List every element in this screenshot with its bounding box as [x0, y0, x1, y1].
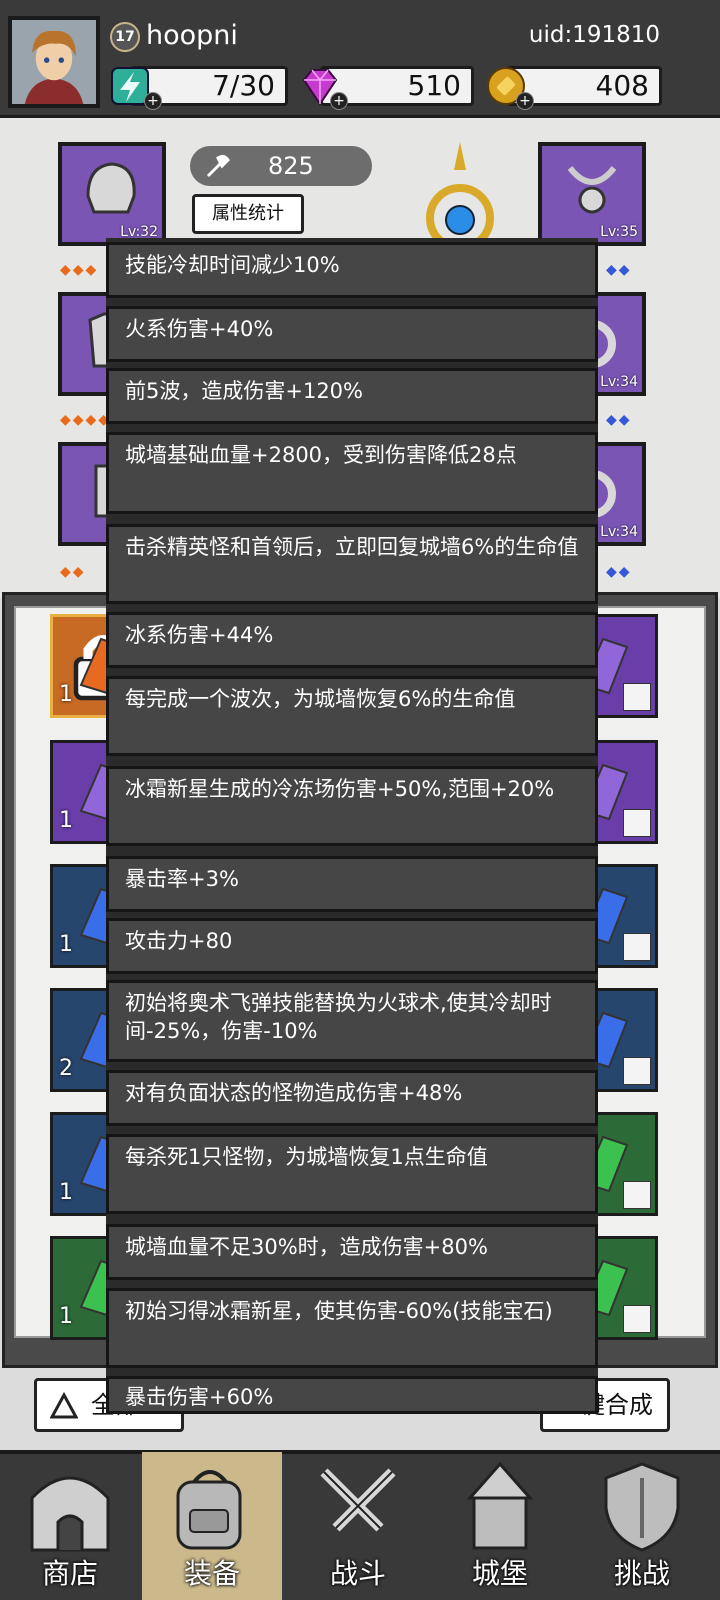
helmet-icon [86, 162, 136, 214]
helmet-type-icon [623, 1057, 651, 1085]
backpack-icon [176, 1470, 242, 1550]
tooltip-entry: 冰霜新星生成的冷冻场伤害+50%,范围+20% [106, 766, 598, 846]
power-icon [206, 154, 230, 178]
gem-sockets: ◆◆ [606, 564, 632, 580]
gem-sockets: ◆◆ [606, 262, 632, 278]
armor-type-icon [623, 683, 651, 711]
gem-sockets: ◆◆ [606, 412, 632, 428]
tooltip-entry: 击杀精英怪和首领后，立即回复城墙6%的生命值 [106, 524, 598, 604]
item-count: 1 [59, 1180, 73, 1205]
nav-equip[interactable]: 装备 [142, 1452, 282, 1600]
nav-challenge[interactable]: 挑战 [572, 1452, 712, 1600]
crossed-swords-icon [320, 1468, 396, 1532]
nav-label: 挑战 [613, 1557, 670, 1590]
gem-sockets: ◆◆ [60, 564, 86, 580]
equip-level: Lv:34 [600, 524, 638, 540]
tooltip-entry: 暴击伤害+60% [106, 1376, 598, 1414]
tooltip-entry: 冰系伤害+44% [106, 612, 598, 668]
add-gems-button[interactable]: + [330, 92, 348, 110]
nav-shop[interactable]: 商店 [0, 1452, 140, 1600]
tooltip-entry: 前5波，造成伤害+120% [106, 368, 598, 424]
tooltip-entry: 城墙血量不足30%时，造成伤害+80% [106, 1224, 598, 1280]
gem-sockets: ◆◆◆◆ [60, 412, 112, 428]
armor-type-icon [623, 1181, 651, 1209]
nav-label: 战斗 [329, 1557, 386, 1590]
equip-slot-amulet[interactable]: Lv:35 [538, 142, 646, 246]
nav-label: 商店 [41, 1557, 98, 1590]
stats-button[interactable]: 属性统计 [192, 194, 304, 234]
staff-icon [426, 142, 494, 250]
amulet-type-icon [623, 809, 651, 837]
nav-label: 城堡 [471, 1557, 528, 1590]
tooltip-entry: 对有负面状态的怪物造成伤害+48% [106, 1070, 598, 1126]
add-energy-button[interactable]: + [144, 92, 162, 110]
user-id: uid:191810 [528, 22, 660, 48]
tooltip-entry: 每完成一个波次，为城墙恢复6%的生命值 [106, 676, 598, 756]
castle-icon [466, 1461, 534, 1550]
tooltip-entry: 技能冷却时间减少10% [106, 242, 598, 298]
tooltip-entry: 初始将奥术飞弹技能替换为火球术,使其冷却时间-25%，伤害-10% [106, 980, 598, 1062]
amulet-type-icon [623, 1305, 651, 1333]
nav-label: 装备 [183, 1557, 240, 1590]
tooltip-entry: 攻击力+80 [106, 918, 598, 974]
equip-level: Lv:34 [600, 374, 638, 390]
tooltip-entry: 每杀死1只怪物，为城墙恢复1点生命值 [106, 1134, 598, 1214]
tooltip-entry: 暴击率+3% [106, 856, 598, 912]
triangle-filter-icon [50, 1392, 78, 1419]
item-count: 2 [59, 1056, 73, 1081]
username: hoopni [146, 20, 238, 51]
shield-icon [604, 1462, 680, 1552]
equip-level: Lv:35 [600, 224, 638, 240]
gem-sockets: ◆◆◆ [60, 262, 99, 278]
item-count: 1 [59, 932, 73, 957]
player-level-badge: 17 [110, 22, 140, 52]
item-count: 1 [59, 1304, 73, 1329]
amulet-icon [567, 166, 617, 214]
tooltip-entry: 初始习得冰霜新星，使其伤害-60%(技能宝石) [106, 1288, 598, 1368]
shop-icon [30, 1476, 110, 1552]
add-coins-button[interactable]: + [516, 92, 534, 110]
item-count: 1 [59, 808, 73, 833]
tooltip-entry: 城墙基础血量+2800，受到伤害降低28点 [106, 432, 598, 514]
nav-castle[interactable]: 城堡 [430, 1452, 570, 1600]
avatar-portrait-icon [12, 20, 96, 104]
equip-slot-helmet[interactable]: Lv:32 [58, 142, 166, 246]
nav-battle[interactable]: 战斗 [288, 1452, 428, 1600]
avatar[interactable] [8, 16, 100, 108]
armor-type-icon [623, 933, 651, 961]
tooltip-entry: 火系伤害+40% [106, 306, 598, 362]
item-count: 1 [59, 682, 73, 707]
